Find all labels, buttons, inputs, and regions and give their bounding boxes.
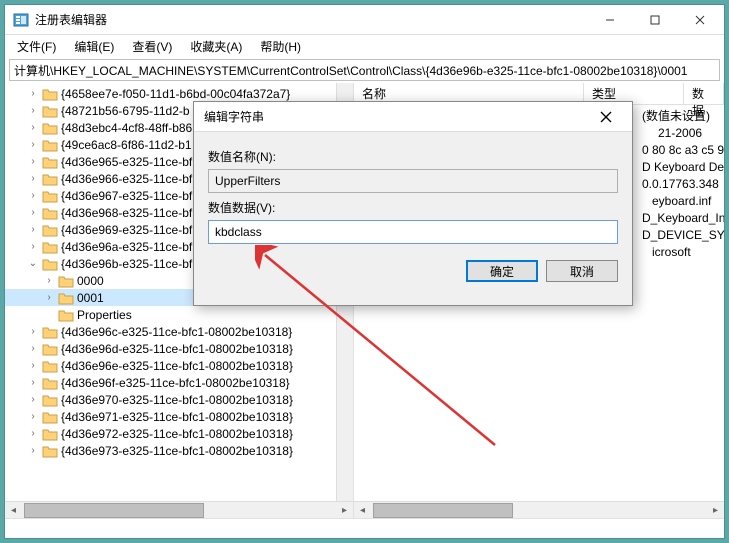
tree-item[interactable]: ›{4d36e973-e325-11ce-bfc1-08002be10318} [5, 442, 353, 459]
tree-expand-icon[interactable]: › [27, 394, 39, 405]
statusbar [5, 518, 724, 539]
menubar: 文件(F) 编辑(E) 查看(V) 收藏夹(A) 帮助(H) [5, 35, 724, 57]
titlebar: 注册表编辑器 [5, 5, 724, 35]
list-hscrollbar[interactable]: ◂ ▸ [354, 501, 724, 518]
folder-icon [42, 393, 58, 407]
folder-icon [42, 257, 58, 271]
tree-expand-icon[interactable]: › [27, 326, 39, 337]
address-bar[interactable]: 计算机\HKEY_LOCAL_MACHINE\SYSTEM\CurrentCon… [9, 59, 720, 81]
ok-button[interactable]: 确定 [466, 260, 538, 282]
tree-item[interactable]: ›{4d36e972-e325-11ce-bfc1-08002be10318} [5, 425, 353, 442]
tree-expand-icon[interactable]: › [27, 156, 39, 167]
menu-favorites[interactable]: 收藏夹(A) [182, 36, 250, 57]
folder-icon [42, 410, 58, 424]
menu-edit[interactable]: 编辑(E) [66, 36, 122, 57]
menu-view[interactable]: 查看(V) [124, 36, 180, 57]
scroll-left-icon[interactable]: ◂ [354, 502, 371, 519]
tree-expand-icon[interactable]: › [27, 88, 39, 99]
scroll-right-icon[interactable]: ▸ [707, 502, 724, 519]
tree-expand-icon[interactable]: › [43, 292, 55, 303]
tree-expand-icon[interactable]: › [27, 445, 39, 456]
dialog-body: 数值名称(N): UpperFilters 数值数据(V): [194, 132, 632, 254]
folder-icon [58, 308, 74, 322]
folder-icon [42, 240, 58, 254]
tree-expand-icon[interactable]: › [27, 360, 39, 371]
tree-expand-icon[interactable]: › [27, 377, 39, 388]
tree-item[interactable]: ›{4d36e96f-e325-11ce-bfc1-08002be10318} [5, 374, 353, 391]
tree-item[interactable]: ›{4d36e970-e325-11ce-bfc1-08002be10318} [5, 391, 353, 408]
folder-icon [58, 274, 74, 288]
folder-icon [42, 155, 58, 169]
menu-help[interactable]: 帮助(H) [252, 36, 309, 57]
regedit-icon [13, 12, 29, 28]
tree-expand-icon[interactable]: › [27, 173, 39, 184]
tree-expand-icon[interactable]: › [27, 428, 39, 439]
tree-expand-icon[interactable]: › [27, 122, 39, 133]
maximize-button[interactable] [632, 5, 677, 35]
dialog-buttons: 确定 取消 [194, 254, 632, 292]
folder-icon [42, 444, 58, 458]
folder-icon [42, 104, 58, 118]
tree-hscrollbar[interactable]: ◂ ▸ [5, 501, 353, 518]
address-text: 计算机\HKEY_LOCAL_MACHINE\SYSTEM\CurrentCon… [14, 62, 687, 79]
value-name-label: 数值名称(N): [208, 148, 618, 165]
tree-item[interactable]: ›{4d36e96c-e325-11ce-bfc1-08002be10318} [5, 323, 353, 340]
tree-item[interactable]: ›{4658ee7e-f050-11d1-b6bd-00c04fa372a7} [5, 85, 353, 102]
tree-expand-icon[interactable]: › [27, 190, 39, 201]
value-name-field: UpperFilters [208, 169, 618, 193]
tree-expand-icon[interactable]: › [27, 224, 39, 235]
tree-expand-icon[interactable]: › [27, 241, 39, 252]
folder-icon [42, 376, 58, 390]
close-button[interactable] [677, 5, 722, 35]
tree-expand-icon[interactable]: › [27, 105, 39, 116]
scroll-thumb[interactable] [373, 503, 513, 518]
folder-icon [58, 291, 74, 305]
folder-icon [42, 342, 58, 356]
tree-expand-icon[interactable]: › [27, 207, 39, 218]
tree-item[interactable]: ›{4d36e96e-e325-11ce-bfc1-08002be10318} [5, 357, 353, 374]
tree-expand-icon[interactable]: › [27, 139, 39, 150]
tree-item[interactable]: Properties [5, 306, 353, 323]
tree-expand-icon[interactable]: › [27, 343, 39, 354]
folder-icon [42, 189, 58, 203]
cancel-button[interactable]: 取消 [546, 260, 618, 282]
folder-icon [42, 121, 58, 135]
scroll-right-icon[interactable]: ▸ [336, 502, 353, 519]
menu-file[interactable]: 文件(F) [9, 36, 64, 57]
folder-icon [42, 172, 58, 186]
minimize-button[interactable] [587, 5, 632, 35]
edit-string-dialog: 编辑字符串 数值名称(N): UpperFilters 数值数据(V): 确定 … [193, 101, 633, 306]
folder-icon [42, 325, 58, 339]
value-data-label: 数值数据(V): [208, 199, 618, 216]
tree-expand-icon[interactable]: › [43, 275, 55, 286]
dialog-titlebar: 编辑字符串 [194, 102, 632, 132]
window-title: 注册表编辑器 [35, 11, 587, 28]
value-data-input[interactable] [208, 220, 618, 244]
col-data[interactable]: 数据 [684, 83, 724, 104]
tree-expand-icon[interactable]: › [27, 411, 39, 422]
folder-icon [42, 427, 58, 441]
folder-icon [42, 87, 58, 101]
folder-icon [42, 223, 58, 237]
folder-icon [42, 359, 58, 373]
regedit-window: 注册表编辑器 文件(F) 编辑(E) 查看(V) 收藏夹(A) 帮助(H) 计算… [4, 4, 725, 539]
dialog-title: 编辑字符串 [204, 108, 590, 125]
tree-collapse-icon[interactable]: ⌄ [27, 258, 39, 269]
folder-icon [42, 206, 58, 220]
tree-item[interactable]: ›{4d36e96d-e325-11ce-bfc1-08002be10318} [5, 340, 353, 357]
folder-icon [42, 138, 58, 152]
scroll-thumb[interactable] [24, 503, 204, 518]
tree-item[interactable]: ›{4d36e971-e325-11ce-bfc1-08002be10318} [5, 408, 353, 425]
dialog-close-button[interactable] [590, 102, 622, 132]
scroll-left-icon[interactable]: ◂ [5, 502, 22, 519]
